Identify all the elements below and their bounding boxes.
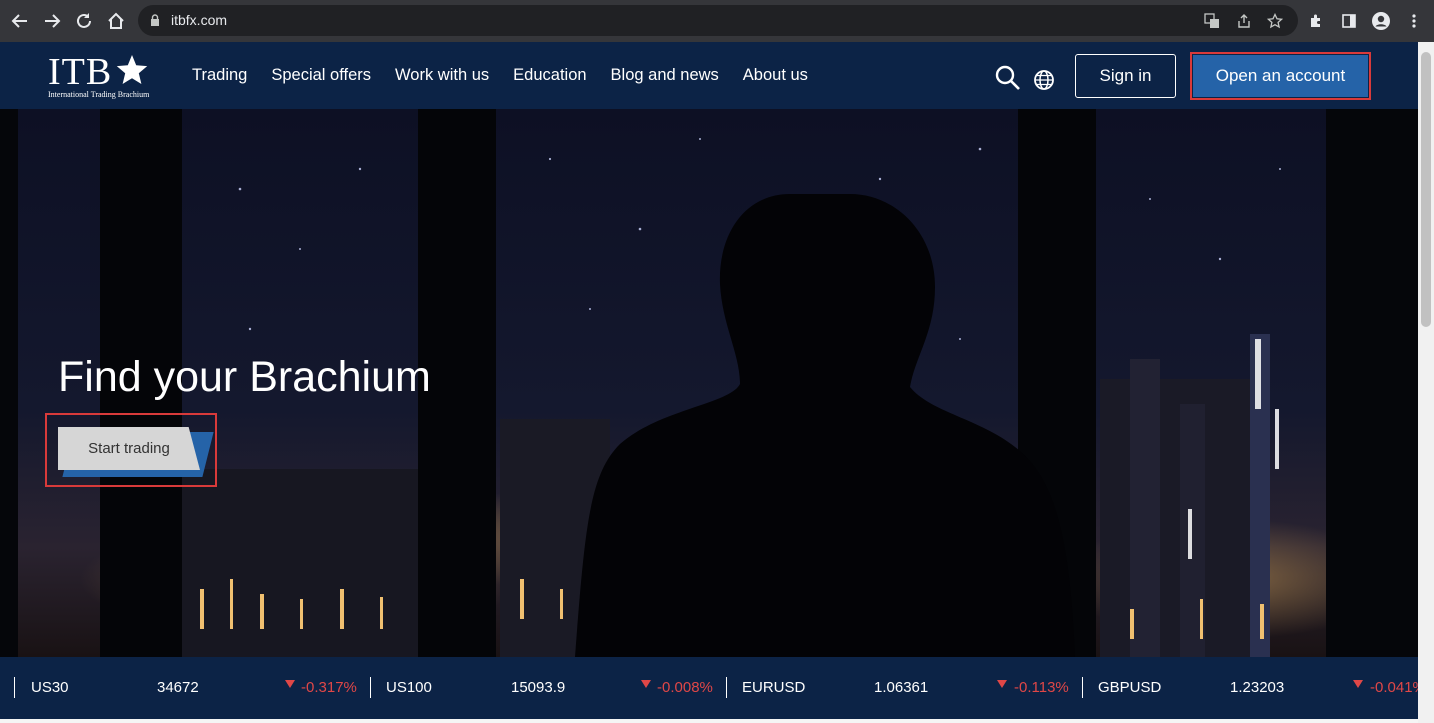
browser-toolbar: itbfx.com [0,0,1434,42]
menu-item-work-with-us[interactable]: Work with us [395,66,489,85]
menu-item-trading[interactable]: Trading [192,66,247,85]
share-icon[interactable] [1234,11,1254,31]
webpage: ITB International Trading Brachium Tradi… [0,42,1418,723]
reload-icon[interactable] [70,7,98,35]
scrollbar-thumb[interactable] [1421,52,1431,327]
globe-icon[interactable] [1033,69,1055,91]
hero-title: Find your Brachium [58,353,431,401]
ticker-symbol: US30 [31,679,69,696]
ticker-divider [14,677,15,698]
logo-text: ITB [48,51,113,93]
ticker-price: 1.06361 [874,679,929,696]
ticker-change: -0.113% [1014,679,1069,696]
translate-icon[interactable] [1202,11,1222,31]
address-bar[interactable]: itbfx.com [138,5,1298,36]
scrollbar[interactable] [1418,42,1434,723]
extensions-icon[interactable] [1305,10,1327,32]
menu-item-blog-and-news[interactable]: Blog and news [611,66,719,85]
ticker-price: 1.23203 [1230,679,1285,696]
page-content-edge [0,719,1418,723]
ticker-symbol: US100 [386,679,432,696]
menu-item-about-us[interactable]: About us [743,66,808,85]
menu-dots-icon[interactable] [1403,10,1425,32]
ticker-price: 15093.9 [511,679,566,696]
profile-icon[interactable] [1370,10,1392,32]
ticker-symbol: GBPUSD [1098,679,1162,696]
open-account-button[interactable]: Open an account [1193,55,1368,97]
logo[interactable]: ITB International Trading Brachium [48,50,158,100]
forward-icon[interactable] [38,7,66,35]
bookmark-star-icon[interactable] [1265,11,1285,31]
down-arrow-icon [1353,680,1363,688]
ticker-change: -0.008% [657,679,713,696]
url-text[interactable]: itbfx.com [171,12,227,28]
ticker-divider [370,677,371,698]
menu-item-special-offers[interactable]: Special offers [271,66,371,85]
back-icon[interactable] [6,7,34,35]
ticker-divider [1082,677,1083,698]
price-ticker: US30 34672 -0.317% US100 15093.9 -0.008%… [0,657,1418,719]
lock-icon [151,14,159,26]
ticker-change: -0.317% [301,679,357,696]
ticker-price: 34672 [157,679,199,696]
star-icon [116,55,148,84]
ticker-change: -0.041% [1370,679,1418,696]
down-arrow-icon [285,680,295,688]
side-panel-icon[interactable] [1338,10,1360,32]
sign-in-button[interactable]: Sign in [1075,54,1176,98]
home-icon[interactable] [102,7,130,35]
site-header: ITB International Trading Brachium Tradi… [0,42,1418,109]
down-arrow-icon [997,680,1007,688]
main-menu: Trading Special offers Work with us Educ… [192,66,808,85]
hero-banner: Find your Brachium Start trading [0,109,1418,657]
search-icon[interactable] [994,64,1022,92]
logo-subtitle: International Trading Brachium [48,90,150,99]
ticker-symbol: EURUSD [742,679,806,696]
start-trading-button[interactable]: Start trading [58,427,200,470]
menu-item-education[interactable]: Education [513,66,586,85]
ticker-divider [726,677,727,698]
down-arrow-icon [641,680,651,688]
